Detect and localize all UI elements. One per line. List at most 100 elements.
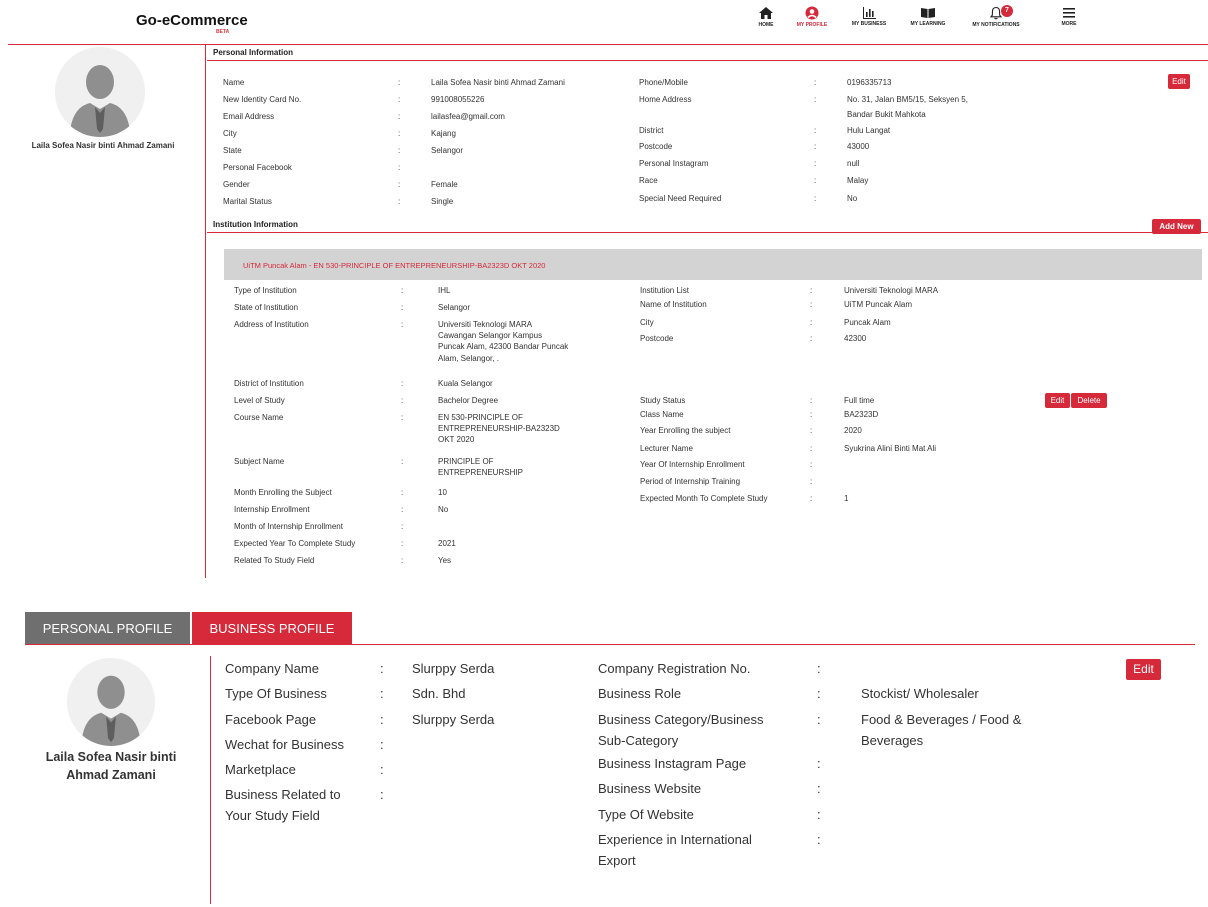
field-separator: : <box>401 556 404 565</box>
field-separator: : <box>401 539 404 548</box>
field-label: Class Name <box>640 410 684 419</box>
field-label: Expected Year To Complete Study <box>234 539 356 548</box>
field-label: Email Address <box>223 112 275 121</box>
field-value: Puncak Alam <box>844 318 891 327</box>
field-label: Related To Study Field <box>234 556 315 565</box>
institution-delete-button[interactable]: Delete <box>1071 393 1107 408</box>
field-label: Home Address <box>639 95 692 104</box>
field-value: Kajang <box>431 129 456 138</box>
business-column-divider <box>210 656 211 904</box>
field-separator: : <box>401 505 404 514</box>
field-value: Hulu Langat <box>847 126 891 135</box>
field-label: New Identity Card No. <box>223 95 302 104</box>
field-separator: : <box>401 286 404 295</box>
field-value: Kuala Selangor <box>438 379 493 388</box>
field-label: Month of Internship Enrollment <box>234 522 343 531</box>
field-value: No. 31, Jalan BM5/15, Seksyen 5, <box>847 95 968 104</box>
field-label: Lecturer Name <box>640 444 693 453</box>
notification-count-badge: 7 <box>1001 5 1013 17</box>
business-profile-name-line2: Ahmad Zamani <box>66 768 156 782</box>
field-value: Universiti Teknologi MARA Cawangan Selan… <box>438 320 569 363</box>
nav-my-profile-label: MY PROFILE <box>796 22 828 28</box>
field-separator: : <box>398 112 401 121</box>
field-value: 0196335713 <box>847 78 892 87</box>
field-value: Full time <box>844 396 875 405</box>
personal-info-divider <box>207 60 1208 61</box>
field-label: Year Of Internship Enrollment <box>640 460 745 469</box>
field-label: Wechat for Business <box>225 737 344 752</box>
field-separator: : <box>817 756 821 771</box>
left-column-divider <box>205 44 206 578</box>
tab-business-profile[interactable]: BUSINESS PROFILE <box>192 612 352 645</box>
field-label: Race <box>639 176 658 185</box>
institution-card-title[interactable]: UiTM Puncak Alam - EN 530-PRINCIPLE OF E… <box>243 261 545 270</box>
field-label: Business Category/Business Sub-Category <box>598 712 764 748</box>
person-silhouette-icon <box>55 47 145 137</box>
field-separator: : <box>817 661 821 676</box>
business-profile-name-line1: Laila Sofea Nasir binti <box>45 750 177 764</box>
beta-badge: BETA <box>216 29 230 35</box>
field-separator: : <box>380 762 384 777</box>
field-separator: : <box>401 488 404 497</box>
brand-logo[interactable]: Go-eCommerce <box>136 12 248 29</box>
field-separator: : <box>817 807 821 822</box>
field-label: Period of Internship Training <box>640 477 741 486</box>
field-label: District of Institution <box>234 379 304 388</box>
field-label: Experience in International Export <box>598 832 752 868</box>
field-value: null <box>847 159 860 168</box>
field-label: Expected Month To Complete Study <box>640 494 768 503</box>
add-new-institution-button[interactable]: Add New <box>1152 219 1201 234</box>
field-label: Name of Institution <box>640 300 707 309</box>
tab-personal-profile[interactable]: PERSONAL PROFILE <box>25 612 190 645</box>
field-label: Month Enrolling the Subject <box>234 488 332 497</box>
field-separator: : <box>817 832 821 847</box>
business-profile-name: Laila Sofea Nasir binti Ahmad Zamani <box>20 748 202 784</box>
field-separator: : <box>398 180 401 189</box>
field-value: IHL <box>438 286 451 295</box>
field-separator: : <box>810 494 813 503</box>
field-separator: : <box>817 781 821 796</box>
field-value: PRINCIPLE OF ENTREPRENEURSHIP <box>438 457 523 478</box>
field-value: Selangor <box>431 146 464 155</box>
business-edit-button[interactable]: Edit <box>1126 659 1161 680</box>
field-label: Business Instagram Page <box>598 756 747 771</box>
nav-more[interactable]: MORE <box>1034 6 1104 27</box>
field-separator: : <box>810 396 813 405</box>
field-value: Laila Sofea Nasir binti Ahmad Zamani <box>431 78 565 87</box>
field-separator: : <box>810 286 813 295</box>
field-value: Single <box>431 197 454 206</box>
nav-my-learning[interactable]: MY LEARNING <box>893 6 963 27</box>
nav-my-notifications[interactable]: 7 MY NOTIFICATIONS <box>961 5 1031 28</box>
field-label: Company Registration No. <box>598 661 751 676</box>
field-value: 1 <box>844 494 849 503</box>
personal-edit-button[interactable]: Edit <box>1168 74 1190 89</box>
field-value: Syukrina Alini Binti Mat Ali <box>844 444 937 453</box>
field-label: Level of Study <box>234 396 285 405</box>
field-label: Type Of Website <box>598 807 694 822</box>
field-label: City <box>640 318 654 327</box>
institution-edit-button[interactable]: Edit <box>1045 393 1070 408</box>
field-separator: : <box>810 318 813 327</box>
field-value: UiTM Puncak Alam <box>844 300 913 309</box>
avatar <box>55 47 145 137</box>
profile-name: Laila Sofea Nasir binti Ahmad Zamani <box>31 141 175 150</box>
field-label: Gender <box>223 180 250 189</box>
field-separator: : <box>401 457 404 466</box>
user-circle-icon <box>805 6 819 20</box>
field-label: Year Enrolling the subject <box>640 426 731 435</box>
nav-my-business-label: MY BUSINESS <box>851 21 887 27</box>
field-value: Sdn. Bhd <box>412 686 466 701</box>
field-label: Institution List <box>640 286 689 295</box>
institution-info-title: Institution Information <box>213 220 298 229</box>
field-separator: : <box>810 334 813 343</box>
field-separator: : <box>401 413 404 422</box>
field-label: Business Website <box>598 781 702 796</box>
field-value: Bachelor Degree <box>438 396 499 405</box>
field-value: 42300 <box>844 334 867 343</box>
field-label: Facebook Page <box>225 712 317 727</box>
institution-info-divider <box>207 232 1208 233</box>
field-value: No <box>847 194 858 203</box>
field-separator: : <box>380 661 384 676</box>
bar-chart-icon <box>862 7 876 19</box>
institution-card-header[interactable]: UiTM Puncak Alam - EN 530-PRINCIPLE OF E… <box>224 249 1202 280</box>
